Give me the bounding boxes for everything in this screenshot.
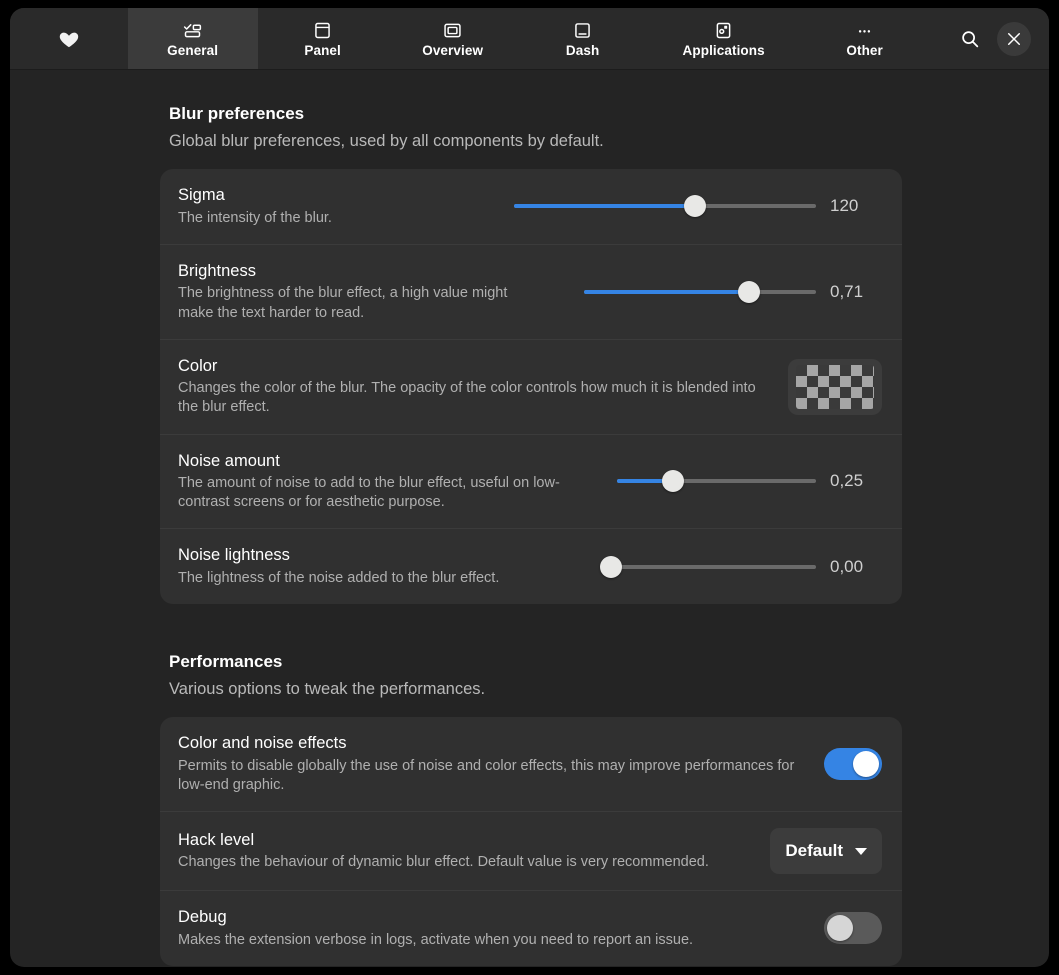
noise-amount-value: 0,25 (830, 471, 864, 491)
row-noise-lightness: Noise lightness The lightness of the noi… (160, 528, 902, 604)
row-color-title: Color (178, 356, 218, 375)
panel-icon (312, 19, 333, 41)
close-icon[interactable] (997, 21, 1031, 56)
noise-lightness-slider-knob[interactable] (600, 555, 622, 578)
row-hack-level-subtitle: Changes the behaviour of dynamic blur ef… (178, 854, 709, 871)
debug-toggle[interactable] (824, 912, 882, 945)
performances-section-description: Various options to tweak the performance… (169, 680, 486, 699)
row-sigma-title: Sigma (178, 186, 225, 204)
noise-lightness-slider-track (611, 564, 816, 569)
header-bar: General Panel Overview Dash Applications… (10, 8, 1049, 70)
row-brightness-subtitle: The brightness of the blur effect, a hig… (178, 285, 508, 321)
row-color-text: Color Changes the color of the blur. The… (178, 356, 772, 418)
noise-lightness-slider-group: 0,00 (600, 555, 882, 578)
performances-section-title: Performances (169, 652, 283, 672)
applications-icon (713, 19, 734, 41)
row-noise-amount-title: Noise amount (178, 451, 280, 470)
general-page: Blur preferences Global blur preferences… (160, 104, 902, 966)
hack-level-dropdown[interactable]: Default (770, 828, 882, 874)
toggle-knob (827, 915, 853, 942)
tab-other[interactable]: Other (800, 8, 930, 69)
noise-amount-slider[interactable] (617, 470, 816, 493)
row-noise-lightness-subtitle: The lightness of the noise added to the … (178, 570, 500, 586)
search-icon[interactable] (953, 22, 987, 56)
blur-section-description: Global blur preferences, used by all com… (169, 132, 604, 150)
tab-general[interactable]: General (127, 8, 258, 69)
tab-applications-label: Applications (682, 43, 765, 59)
sigma-value: 120 (830, 196, 859, 216)
row-sigma: Sigma The intensity of the blur. 120 (160, 169, 902, 244)
row-brightness: Brightness The brightness of the blur ef… (160, 243, 902, 339)
brightness-slider-fill (584, 289, 749, 294)
preferences-window: General Panel Overview Dash Applications… (10, 8, 1049, 967)
row-debug-text: Debug Makes the extension verbose in log… (178, 907, 808, 950)
row-noise-amount-text: Noise amount The amount of noise to add … (178, 451, 601, 513)
row-debug-subtitle: Makes the extension verbose in logs, act… (178, 931, 694, 948)
row-color-and-noise-effects: Color and noise effects Permits to disab… (160, 717, 902, 811)
preferences-content: Blur preferences Global blur preferences… (10, 70, 1049, 967)
section-blur-preferences: Blur preferences Global blur preferences… (160, 104, 902, 605)
row-sigma-subtitle: The intensity of the blur. (178, 209, 332, 226)
row-hack-level-text: Hack level Changes the behaviour of dyna… (178, 830, 754, 873)
sigma-slider-group: 120 (514, 195, 882, 218)
row-color-and-noise-effects-text: Color and noise effects Permits to disab… (178, 733, 808, 795)
color-and-noise-effects-toggle[interactable] (824, 748, 882, 781)
row-color-subtitle: Changes the color of the blur. The opaci… (178, 380, 756, 416)
performances-card: Color and noise effects Permits to disab… (160, 717, 902, 966)
sigma-slider-fill (514, 204, 696, 209)
blur-preferences-card: Sigma The intensity of the blur. 120 Bri… (160, 169, 902, 605)
noise-lightness-slider[interactable] (600, 555, 816, 578)
blur-section-title: Blur preferences (169, 104, 305, 123)
brightness-value: 0,71 (830, 281, 864, 301)
tab-overview-label: Overview (422, 43, 484, 59)
row-noise-amount-subtitle: The amount of noise to add to the blur e… (178, 475, 560, 511)
sigma-slider-knob[interactable] (684, 195, 707, 218)
noise-amount-slider-group: 0,25 (617, 470, 882, 493)
brightness-slider[interactable] (584, 280, 816, 303)
chevron-down-icon (855, 847, 867, 855)
heart-icon[interactable] (52, 22, 86, 56)
row-color-and-noise-effects-subtitle: Permits to disable globally the use of n… (178, 757, 795, 793)
color-swatch-button[interactable] (788, 358, 882, 415)
brightness-slider-group: 0,71 (584, 280, 882, 303)
row-brightness-title: Brightness (178, 261, 256, 280)
dash-icon (572, 19, 593, 41)
tab-panel[interactable]: Panel (258, 8, 388, 69)
tab-other-label: Other (846, 43, 883, 59)
tab-general-label: General (167, 43, 219, 59)
row-noise-lightness-title: Noise lightness (178, 546, 290, 565)
row-color-and-noise-effects-title: Color and noise effects (178, 734, 347, 753)
tab-overview[interactable]: Overview (388, 8, 518, 69)
row-sigma-text: Sigma The intensity of the blur. (178, 185, 498, 228)
general-icon (182, 19, 203, 41)
tab-bar: General Panel Overview Dash Applications… (127, 8, 930, 69)
row-debug: Debug Makes the extension verbose in log… (160, 890, 902, 966)
row-brightness-text: Brightness The brightness of the blur ef… (178, 261, 568, 323)
tab-dash[interactable]: Dash (518, 8, 648, 69)
noise-amount-slider-knob[interactable] (661, 470, 684, 493)
row-color: Color Changes the color of the blur. The… (160, 338, 902, 434)
brightness-slider-knob[interactable] (737, 280, 760, 303)
toggle-knob (853, 751, 879, 778)
header-right-area (930, 8, 1049, 69)
hack-level-selected-value: Default (785, 841, 843, 860)
header-left-area (10, 8, 128, 69)
row-hack-level-title: Hack level (178, 830, 255, 849)
overview-icon (442, 19, 463, 41)
section-performances: Performances Various options to tweak th… (160, 652, 902, 966)
tab-dash-label: Dash (565, 43, 600, 59)
row-hack-level: Hack level Changes the behaviour of dyna… (160, 811, 902, 890)
sigma-slider[interactable] (514, 195, 816, 218)
row-debug-title: Debug (178, 908, 227, 926)
row-noise-lightness-text: Noise lightness The lightness of the noi… (178, 545, 595, 588)
noise-lightness-value: 0,00 (830, 556, 864, 576)
tab-applications[interactable]: Applications (648, 8, 800, 69)
row-noise-amount: Noise amount The amount of noise to add … (160, 433, 902, 529)
tab-panel-label: Panel (304, 43, 341, 59)
ellipsis-icon (854, 19, 875, 41)
transparency-checkerboard (796, 364, 874, 409)
